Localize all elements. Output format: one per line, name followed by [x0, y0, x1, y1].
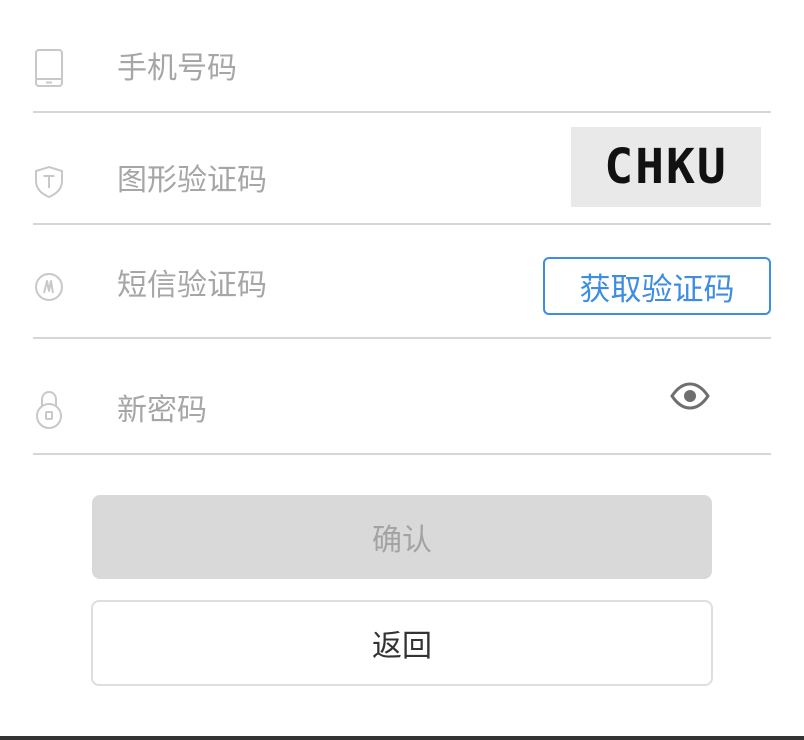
captcha-input[interactable] — [117, 161, 537, 201]
captcha-image[interactable]: CHKU — [571, 127, 761, 207]
phone-row — [33, 0, 771, 113]
message-code-icon — [33, 267, 65, 307]
new-password-input[interactable] — [117, 391, 637, 431]
get-sms-code-button[interactable]: 获取验证码 — [543, 257, 771, 315]
bottom-edge — [0, 736, 804, 740]
eye-icon[interactable] — [670, 379, 710, 413]
shield-icon — [33, 161, 65, 201]
phone-input[interactable] — [117, 49, 617, 89]
sms-code-row: 获取验证码 — [33, 225, 771, 339]
reset-password-form: CHKU 获取验证码 确认 返回 — [0, 0, 804, 740]
phone-icon — [33, 48, 65, 88]
back-button[interactable]: 返回 — [91, 600, 713, 686]
confirm-button[interactable]: 确认 — [92, 495, 712, 579]
password-row — [33, 339, 771, 455]
lock-icon — [33, 389, 65, 429]
captcha-row: CHKU — [33, 113, 771, 225]
sms-code-input[interactable] — [117, 266, 517, 306]
